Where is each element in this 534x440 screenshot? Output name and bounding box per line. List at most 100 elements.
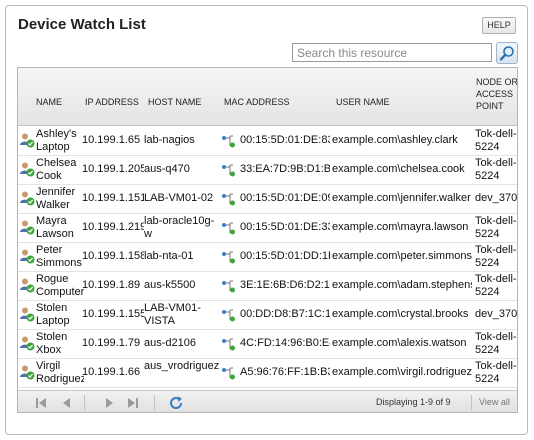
refresh-icon[interactable] — [168, 395, 184, 411]
network-port-icon — [222, 193, 235, 206]
user-name: example.com\chelsea.cook — [332, 163, 465, 175]
pager-divider — [471, 395, 472, 411]
pager-divider — [154, 395, 155, 411]
mac-address: 00:15:5D:01:DE:83 — [240, 134, 330, 146]
host-name: lab-nta-01 — [144, 250, 194, 262]
node-or-access-point: dev_3700 — [475, 192, 518, 204]
help-button[interactable]: HELP — [482, 17, 516, 34]
user-name: example.com\adam.stephens — [332, 279, 472, 291]
table-row[interactable]: Rogue Computer 10.199.1.89 aus-k5500 3E:… — [18, 271, 517, 301]
user-status-icon — [20, 365, 35, 380]
ip-address: 10.199.1.219 — [82, 221, 144, 233]
device-name: Ashley's Laptop — [36, 128, 77, 153]
device-name: Rogue Computer — [36, 273, 84, 298]
network-port-icon — [222, 280, 235, 293]
host-name: aus-k5500 — [144, 279, 196, 291]
table-row[interactable]: Peter Simmons 10.199.1.158 lab-nta-01 00… — [18, 242, 517, 272]
user-status-icon — [20, 220, 35, 235]
user-name: example.com\mayra.lawson — [332, 221, 469, 233]
pager-divider — [84, 395, 85, 411]
node-or-access-point: Tok-dell-5224 — [475, 273, 517, 298]
col-header-host-name[interactable]: HOST NAME — [148, 96, 201, 108]
ip-address: 10.199.1.89 — [82, 279, 141, 291]
network-port-icon — [222, 367, 235, 380]
user-status-icon — [20, 278, 35, 293]
panel-title: Device Watch List — [18, 16, 146, 33]
user-name: example.com\ashley.clark — [332, 134, 458, 146]
network-port-icon — [222, 309, 235, 322]
first-page-icon[interactable] — [34, 396, 48, 410]
table-row[interactable]: Stolen Xbox 10.199.1.79 aus-d2106 4C:FD:… — [18, 329, 517, 359]
last-page-icon[interactable] — [126, 396, 140, 410]
col-header-mac-address[interactable]: MAC ADDRESS — [224, 96, 290, 108]
user-status-icon — [20, 133, 35, 148]
device-name: Virgil Rodriguez — [36, 360, 84, 385]
host-name: LAB-VM01-VISTA — [144, 302, 201, 327]
col-header-name[interactable]: NAME — [36, 96, 62, 108]
device-name: Stolen Laptop — [36, 302, 70, 327]
pagination-status: Displaying 1-9 of 9 — [376, 397, 451, 407]
user-status-icon — [20, 336, 35, 351]
ip-address: 10.199.1.66 — [82, 366, 141, 378]
user-name: example.com\virgil.rodriguez — [332, 366, 472, 378]
mac-address: 3E:1E:6B:D6:D2:1B — [240, 279, 330, 291]
device-name: Stolen Xbox — [36, 331, 68, 356]
table-footer: Displaying 1-9 of 9 View all — [18, 390, 517, 412]
col-header-ip-address[interactable]: IP ADDRESS — [85, 96, 139, 108]
user-name: example.com\peter.simmons — [332, 250, 472, 262]
magnifier-icon — [499, 46, 514, 61]
node-or-access-point: Tok-dell-5224 — [475, 360, 517, 385]
table-row[interactable]: Chelsea Cook 10.199.1.205 aus-q470 33:EA… — [18, 155, 517, 185]
col-header-node[interactable]: NODE OR ACCESS POINT — [476, 76, 517, 112]
mac-address: 00:15:5D:01:DE:33 — [240, 221, 330, 233]
table-row[interactable]: Mayra Lawson 10.199.1.219 lab-oracle10g-… — [18, 213, 517, 243]
host-name: aus_vrodriguez — [144, 360, 220, 372]
ip-address: 10.199.1.158 — [82, 250, 144, 262]
network-port-icon — [222, 222, 235, 235]
node-or-access-point: Tok-dell-5224 — [475, 244, 517, 269]
previous-page-icon[interactable] — [60, 396, 74, 410]
device-name: Chelsea Cook — [36, 157, 77, 182]
mac-address: 4C:FD:14:96:B0:E4 — [240, 337, 330, 349]
mac-address: A5:96:76:FF:1B:B3 — [240, 366, 330, 378]
table-row[interactable]: Virgil Rodriguez 10.199.1.66 aus_vrodrig… — [18, 358, 517, 388]
table-row[interactable]: Stolen Laptop 10.199.1.155 LAB-VM01-VIST… — [18, 300, 518, 330]
mac-address: 00:DD:D8:B7:1C:11 — [240, 308, 330, 320]
node-or-access-point: dev_3700 — [475, 308, 518, 320]
user-status-icon — [20, 162, 35, 177]
node-or-access-point: Tok-dell-5224 — [475, 215, 517, 240]
search-input[interactable] — [292, 43, 492, 62]
ip-address: 10.199.1.79 — [82, 337, 141, 349]
network-port-icon — [222, 164, 235, 177]
mac-address: 33:EA:7D:9B:D1:B3 — [240, 163, 330, 175]
node-or-access-point: Tok-dell-5224 — [475, 157, 517, 182]
device-watch-list-panel: Device Watch List HELP NAME IP ADDRESS H… — [5, 5, 528, 435]
user-status-icon — [20, 191, 35, 206]
device-name: Peter Simmons — [36, 244, 82, 269]
table-row[interactable]: Jennifer Walker 10.199.1.151 LAB-VM01-02… — [18, 184, 518, 214]
host-name: lab-oracle10g-w — [144, 215, 215, 240]
view-all-link[interactable]: View all — [479, 397, 510, 407]
table-header: NAME IP ADDRESS HOST NAME MAC ADDRESS US… — [18, 68, 517, 126]
device-name: Jennifer Walker — [36, 186, 76, 211]
ip-address: 10.199.1.65 — [82, 134, 141, 146]
user-status-icon — [20, 307, 35, 322]
host-name: lab-nagios — [144, 134, 195, 146]
host-name: LAB-VM01-02 — [144, 192, 214, 204]
host-name: aus-d2106 — [144, 337, 196, 349]
mac-address: 00:15:5D:01:DD:1F — [240, 250, 330, 262]
next-page-icon[interactable] — [102, 396, 116, 410]
node-or-access-point: Tok-dell-5224 — [475, 128, 517, 153]
ip-address: 10.199.1.205 — [82, 163, 144, 175]
device-name: Mayra Lawson — [36, 215, 74, 240]
table-row[interactable]: Ashley's Laptop 10.199.1.65 lab-nagios 0… — [18, 126, 517, 156]
host-name: aus-q470 — [144, 163, 190, 175]
user-name: example.com\crystal.brooks — [332, 308, 469, 320]
user-name: example.com\alexis.watson — [332, 337, 467, 349]
search-button[interactable] — [496, 42, 518, 64]
network-port-icon — [222, 338, 235, 351]
col-header-user-name[interactable]: USER NAME — [336, 96, 390, 108]
user-name: example.com\jennifer.walker — [332, 192, 471, 204]
ip-address: 10.199.1.155 — [82, 308, 144, 320]
device-table: NAME IP ADDRESS HOST NAME MAC ADDRESS US… — [17, 67, 518, 413]
